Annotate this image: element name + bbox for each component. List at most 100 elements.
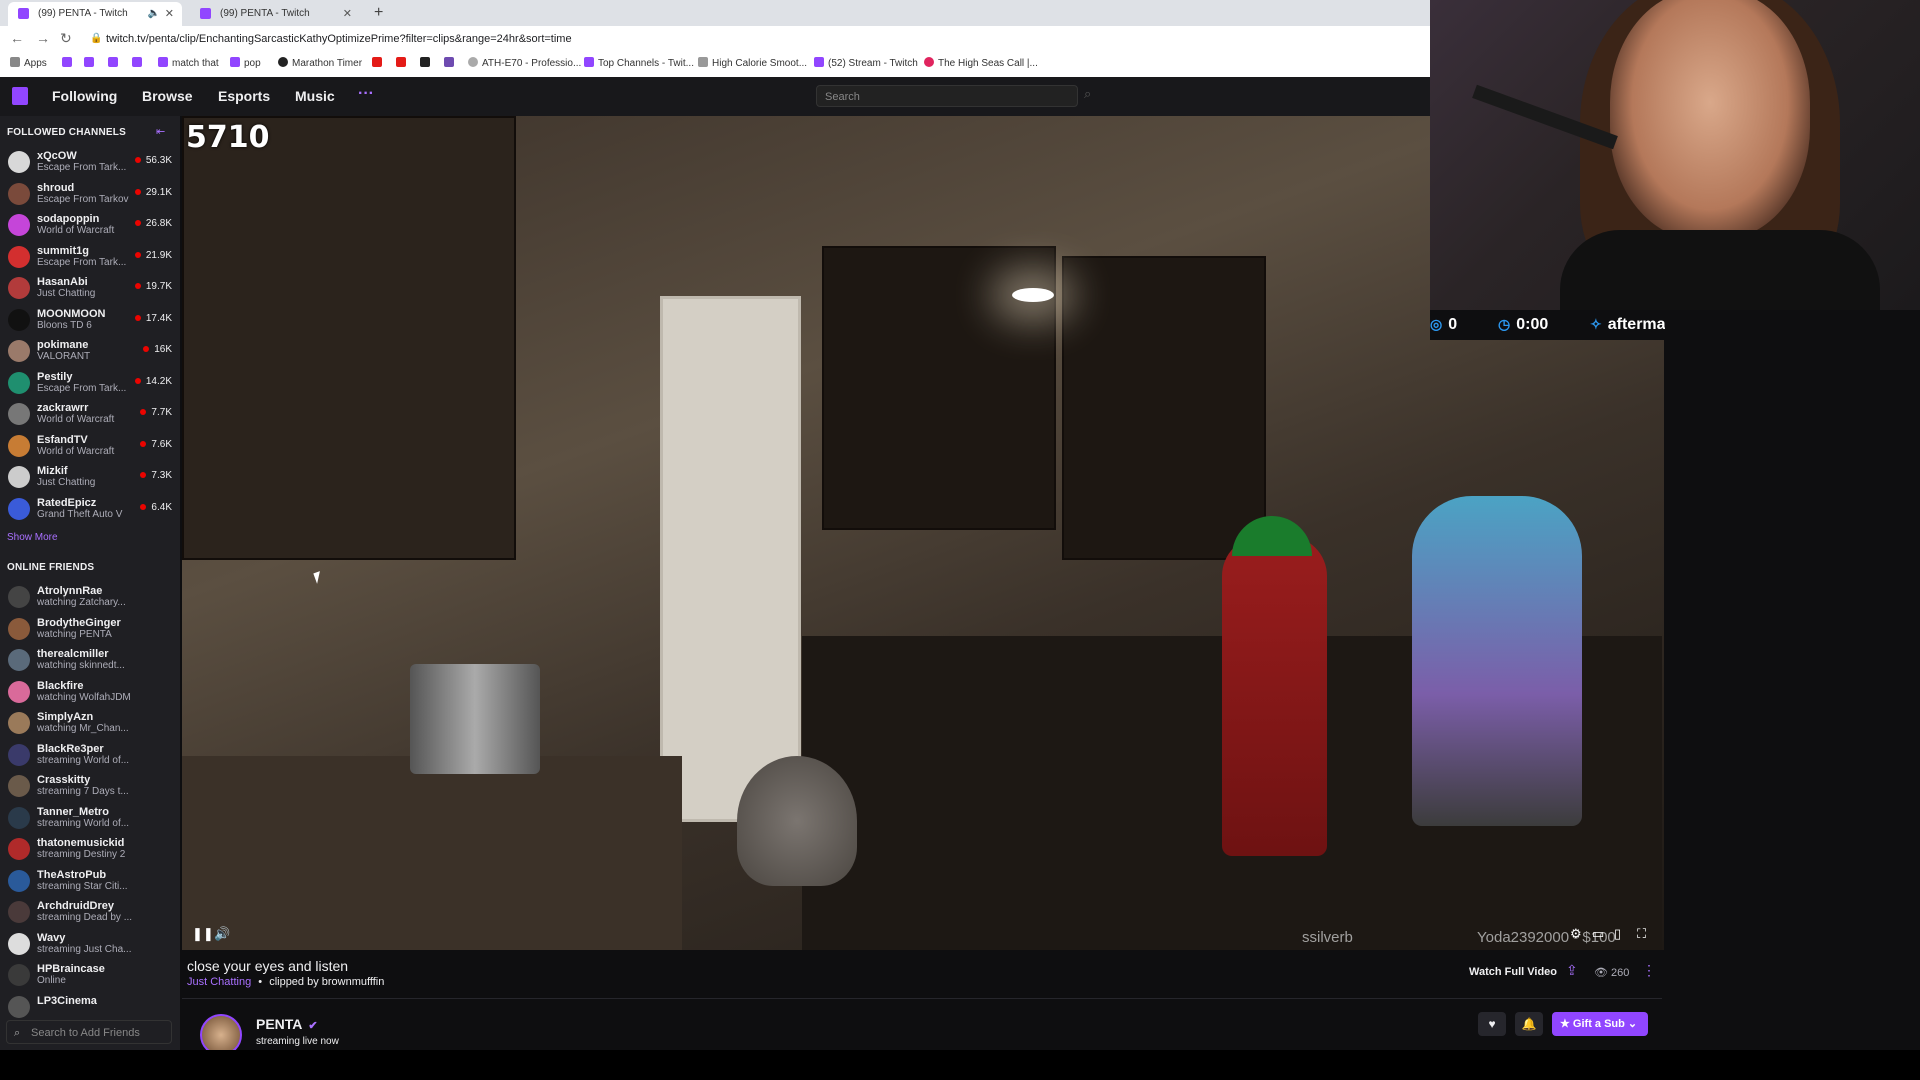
search-input[interactable]: Search — [816, 85, 1078, 107]
close-tab-icon[interactable]: ✕ — [165, 2, 174, 26]
channel-name: zackrawrr — [37, 402, 89, 414]
apps-icon — [10, 57, 20, 67]
followed-channel-row[interactable]: xQcOW Escape From Tark... 56.3K — [0, 146, 180, 177]
browser-tab[interactable]: (99) PENTA - Twitch ✕ — [190, 2, 360, 26]
url-field[interactable]: 🔒 twitch.tv/penta/clip/EnchantingSarcast… — [90, 30, 1420, 48]
friend-row[interactable]: Crasskitty streaming 7 Days t... — [0, 770, 180, 801]
friend-row[interactable]: BrodytheGinger watching PENTA — [0, 613, 180, 644]
volume-icon[interactable]: 🔊 — [214, 926, 230, 942]
friend-row[interactable]: therealcmiller watching skinnedt... — [0, 644, 180, 675]
bookmark-item[interactable] — [444, 57, 458, 69]
friend-name: Tanner_Metro — [37, 805, 109, 818]
followed-channel-row[interactable]: summit1g Escape From Tark... 21.9K — [0, 241, 180, 272]
reload-icon[interactable]: ↻ — [60, 30, 72, 47]
nav-browse[interactable]: Browse — [142, 88, 193, 104]
clip-category-link[interactable]: Just Chatting — [187, 976, 251, 988]
followed-channel-row[interactable]: RatedEpicz Grand Theft Auto V 6.4K — [0, 493, 180, 524]
back-icon[interactable]: ← — [10, 30, 24, 46]
bookmark-item[interactable] — [62, 57, 76, 69]
friend-row[interactable]: Blackfire watching WolfahJDM — [0, 676, 180, 707]
clip-icon[interactable]: ▭ — [1592, 926, 1604, 942]
followed-channel-row[interactable]: EsfandTV World of Warcraft 7.6K — [0, 430, 180, 461]
dog — [737, 756, 857, 886]
bookmark-item[interactable]: match that — [158, 57, 219, 69]
bookmark-item[interactable]: (52) Stream - Twitch — [814, 57, 918, 69]
settings-icon[interactable]: ⚙ — [1570, 926, 1582, 942]
channel-game: Escape From Tarkov — [37, 193, 129, 205]
twitch-icon — [814, 57, 824, 67]
bookmark-item[interactable]: ATH-E70 - Professio... — [468, 57, 581, 69]
followed-channel-row[interactable]: Pestily Escape From Tark... 14.2K — [0, 367, 180, 398]
search-icon[interactable]: ⌕ — [1084, 86, 1106, 108]
friend-row[interactable]: SimplyAzn watching Mr_Chan... — [0, 707, 180, 738]
nav-following[interactable]: Following — [52, 88, 117, 104]
notification-bell-button[interactable]: 🔔 — [1515, 1012, 1543, 1036]
channel-avatar — [8, 371, 30, 394]
friend-row[interactable]: LP3Cinema — [0, 991, 180, 1022]
collapse-sidebar-icon[interactable]: ⇤ — [156, 125, 165, 138]
fullscreen-icon[interactable]: ⛶ — [1637, 926, 1646, 942]
bookmark-item[interactable]: High Calorie Smoot... — [698, 57, 807, 69]
followed-channel-row[interactable]: MOONMOON Bloons TD 6 17.4K — [0, 304, 180, 335]
followed-channel-row[interactable]: HasanAbi Just Chatting 19.7K — [0, 272, 180, 303]
channel-game: Just Chatting — [37, 288, 96, 299]
show-more-link[interactable]: Show More — [7, 532, 58, 543]
followed-channel-row[interactable]: sodapoppin World of Warcraft 26.8K — [0, 209, 180, 240]
gift-sub-button[interactable]: ★ Gift a Sub ⌄ — [1552, 1012, 1648, 1036]
theatre-mode-icon[interactable]: ▯ — [1614, 926, 1621, 942]
more-icon[interactable]: ··· — [358, 85, 374, 103]
close-tab-icon[interactable]: ✕ — [343, 2, 352, 26]
bookmark-item[interactable] — [420, 57, 434, 69]
friend-search-placeholder: Search to Add Friends — [31, 1027, 140, 1039]
follow-heart-button[interactable]: ♥ — [1478, 1012, 1506, 1036]
forward-icon[interactable]: → — [36, 30, 50, 46]
bookmark-item[interactable] — [132, 57, 146, 69]
followed-channel-row[interactable]: shroud Escape From Tarkov 29.1K — [0, 178, 180, 209]
stream-counter: 5710 — [186, 120, 270, 155]
pause-icon[interactable]: ❚❚ — [192, 926, 214, 942]
bookmark-item[interactable]: pop — [230, 57, 261, 69]
friend-row[interactable]: Tanner_Metro streaming World of... — [0, 802, 180, 833]
friend-row[interactable]: Wavy streaming Just Cha... — [0, 928, 180, 959]
twitch-logo-icon[interactable] — [12, 87, 28, 105]
share-icon[interactable]: ⇪ — [1566, 962, 1578, 979]
smoothie-icon — [698, 57, 708, 67]
clipped-by: clipped by brownmufffin — [269, 976, 385, 988]
channel-avatar — [8, 182, 30, 205]
speaker-icon[interactable]: 🔈 — [148, 2, 160, 26]
bookmark-item[interactable]: Apps — [10, 57, 47, 69]
bookmark-item[interactable] — [108, 57, 122, 69]
viewer-count: 14.2K — [135, 376, 172, 387]
bookmark-item[interactable]: Marathon Timer — [278, 57, 362, 69]
bookmark-item[interactable] — [372, 57, 386, 69]
bookmark-item[interactable] — [396, 57, 410, 69]
channel-game: Grand Theft Auto V — [37, 508, 123, 520]
friend-status: streaming Dead by ... — [37, 912, 133, 923]
nav-music[interactable]: Music — [295, 88, 335, 104]
new-tab-icon[interactable]: + — [374, 2, 383, 24]
friend-row[interactable]: thatonemusickid streaming Destiny 2 — [0, 833, 180, 864]
viewer-count: 19.7K — [135, 281, 172, 292]
followed-channel-row[interactable]: pokimane VALORANT 16K — [0, 335, 180, 366]
browser-tab-active[interactable]: (99) PENTA - Twitch 🔈 ✕ — [8, 2, 182, 26]
more-options-icon[interactable]: ⋮ — [1642, 962, 1656, 979]
friend-row[interactable]: ArchdruidDrey streaming Dead by ... — [0, 896, 180, 927]
friend-row[interactable]: TheAstroPub streaming Star Citi... — [0, 865, 180, 896]
friend-row[interactable]: HPBraincase Online — [0, 959, 180, 990]
globe-icon: ◎ — [1430, 316, 1443, 332]
channel-name[interactable]: PENTA ✔ — [256, 1016, 318, 1032]
friend-search-input[interactable]: ⌕ Search to Add Friends — [6, 1020, 172, 1044]
bookmark-item[interactable] — [84, 57, 98, 69]
red-bookmark-icon — [372, 57, 382, 67]
followed-channel-row[interactable]: Mizkif Just Chatting 7.3K — [0, 461, 180, 492]
watch-full-video-button[interactable]: Watch Full Video — [1469, 966, 1557, 978]
viewer-count: 7.3K — [140, 470, 172, 481]
viewer-count: 26.8K — [135, 218, 172, 229]
channel-game: Escape From Tark... — [37, 256, 127, 268]
bookmark-item[interactable]: The High Seas Call |... — [924, 57, 1038, 69]
followed-channel-row[interactable]: zackrawrr World of Warcraft 7.7K — [0, 398, 180, 429]
friend-row[interactable]: AtrolynnRae watching Zatchary... — [0, 581, 180, 612]
friend-row[interactable]: BlackRe3per streaming World of... — [0, 739, 180, 770]
nav-esports[interactable]: Esports — [218, 88, 270, 104]
bookmark-item[interactable]: Top Channels - Twit... — [584, 57, 694, 69]
